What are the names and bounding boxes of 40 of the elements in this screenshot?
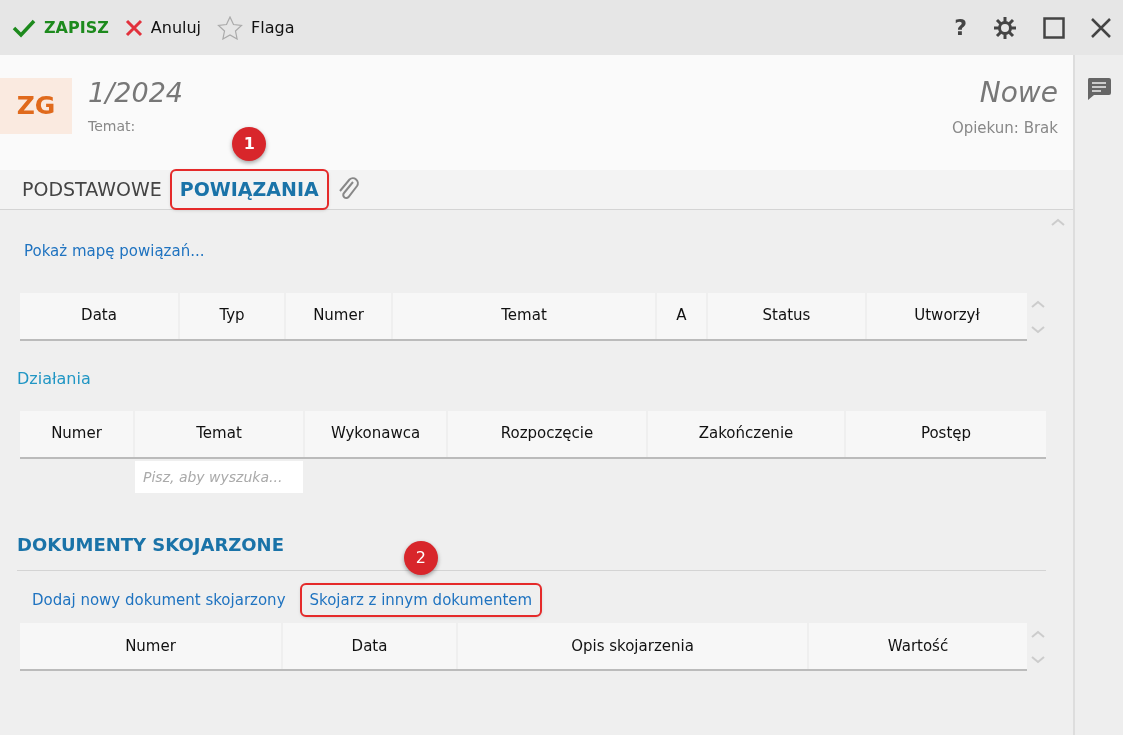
column-header[interactable]: Temat bbox=[393, 292, 655, 339]
section-title: DOKUMENTY SKOJARZONE bbox=[17, 532, 284, 557]
subject-label: Temat: bbox=[88, 116, 137, 136]
column-header[interactable]: Temat bbox=[135, 410, 303, 457]
help-button[interactable]: ? bbox=[954, 11, 967, 44]
link[interactable]: Dodaj nowy dokument skojarzony bbox=[24, 584, 294, 615]
column-header[interactable]: Status bbox=[708, 292, 865, 339]
column-header[interactable]: Wartość bbox=[809, 623, 1027, 669]
close-icon[interactable] bbox=[1091, 17, 1111, 38]
settings-icon[interactable] bbox=[993, 15, 1017, 40]
status-text: Nowe bbox=[978, 78, 1058, 109]
check-icon bbox=[12, 17, 36, 38]
document-number: 1/2024 bbox=[88, 78, 183, 108]
column-header[interactable]: Zakończenie bbox=[648, 410, 844, 457]
column-header[interactable]: Numer bbox=[20, 623, 281, 669]
column-header[interactable]: A bbox=[657, 292, 706, 339]
document-type-badge: ZG bbox=[0, 78, 72, 134]
column-header[interactable]: Numer bbox=[20, 410, 133, 457]
column-header[interactable]: Rozpoczęcie bbox=[448, 410, 646, 457]
star-icon bbox=[217, 15, 244, 40]
column-header[interactable]: Numer bbox=[286, 292, 391, 339]
maximize-icon[interactable] bbox=[1043, 16, 1065, 39]
comment-icon[interactable] bbox=[1086, 77, 1112, 101]
cross-icon bbox=[124, 18, 143, 37]
column-header[interactable]: Postęp bbox=[846, 410, 1046, 457]
column-header[interactable]: Utworzył bbox=[867, 292, 1027, 339]
callout-marker: 2 bbox=[403, 540, 438, 575]
save-button[interactable]: ZAPISZ bbox=[12, 15, 109, 40]
column-header[interactable]: Data bbox=[283, 623, 456, 669]
column-header[interactable]: Typ bbox=[180, 292, 284, 339]
owner-text: Opiekun: Brak bbox=[951, 117, 1058, 139]
column-header[interactable]: Data bbox=[20, 292, 178, 339]
column-header[interactable]: Opis skojarzenia bbox=[458, 623, 807, 669]
section-title: Działania bbox=[17, 367, 92, 390]
flag-button[interactable]: Flaga bbox=[217, 15, 295, 40]
tab[interactable]: PODSTAWOWE bbox=[14, 171, 170, 208]
search-field[interactable]: Pisz, aby wyszuka... bbox=[135, 460, 303, 493]
cancel-button[interactable]: Anuluj bbox=[124, 15, 202, 40]
column-header[interactable]: Wykonawca bbox=[305, 410, 446, 457]
map-link[interactable]: Pokaż mapę powiązań... bbox=[24, 242, 205, 260]
